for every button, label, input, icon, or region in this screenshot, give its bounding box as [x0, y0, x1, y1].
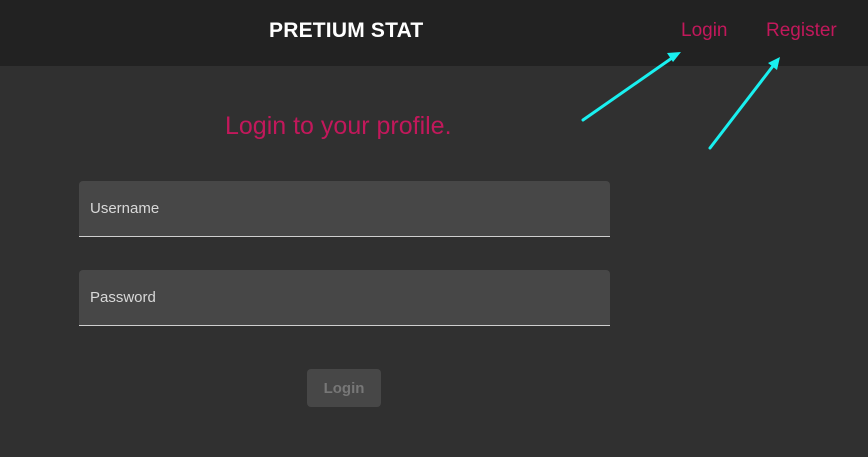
top-navbar: PRETIUM STAT Login Register — [0, 0, 868, 66]
login-heading: Login to your profile. — [225, 112, 452, 140]
password-field[interactable] — [79, 270, 610, 326]
password-input[interactable] — [79, 270, 610, 325]
arrow-icon-to-register — [708, 57, 780, 150]
username-field[interactable] — [79, 181, 610, 237]
nav-login-link[interactable]: Login — [681, 20, 728, 42]
login-submit-button[interactable]: Login — [307, 369, 381, 407]
nav-register-link[interactable]: Register — [766, 20, 837, 42]
brand-title: PRETIUM STAT — [269, 19, 424, 42]
username-input[interactable] — [79, 181, 610, 236]
